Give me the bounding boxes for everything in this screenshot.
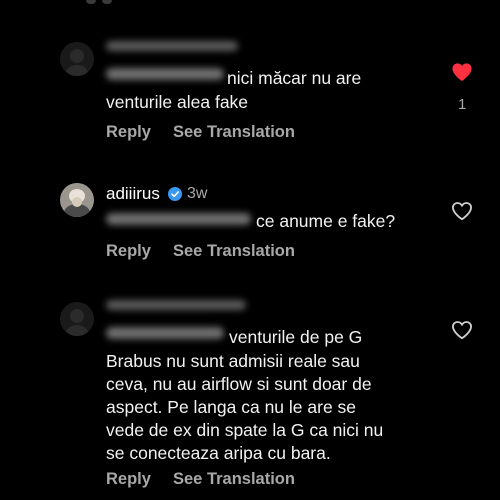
redacted-mention: [106, 213, 251, 225]
avatar-image: [60, 183, 94, 217]
reply-button[interactable]: Reply: [106, 123, 151, 142]
comment-text-line: venturile alea fake: [106, 92, 249, 112]
comment-text-line: aspect. Pe langa ca nu le are se: [106, 397, 357, 417]
see-translation-button[interactable]: See Translation: [173, 242, 295, 261]
comment-text-line: venturile de pe G: [229, 327, 363, 347]
comment-username[interactable]: adiiirus: [106, 184, 160, 204]
redacted-mention: [106, 68, 224, 80]
heart-outline-icon[interactable]: [451, 320, 473, 340]
see-translation-button[interactable]: See Translation: [173, 123, 295, 142]
reply-button[interactable]: Reply: [106, 242, 151, 261]
cut-off-item: [102, 0, 112, 4]
reply-button[interactable]: Reply: [106, 470, 151, 489]
cut-off-item: [86, 0, 96, 4]
comment-text-line: ceva, nu au airflow si sunt doar de: [106, 374, 372, 394]
comment-text-line: nici măcar nu are: [227, 68, 362, 88]
comment-text-line: se conecteaza aripa cu bara.: [106, 443, 331, 463]
avatar-image: [60, 42, 94, 76]
avatar[interactable]: [60, 183, 94, 217]
comments-list: nici măcar nu are venturile alea fake Re…: [0, 0, 500, 500]
verified-badge-icon: [168, 187, 182, 201]
redacted-username: [106, 300, 246, 310]
heart-filled-icon[interactable]: [451, 62, 473, 82]
see-translation-button[interactable]: See Translation: [173, 470, 295, 489]
comment-time: 3w: [187, 185, 208, 202]
avatar-image: [60, 302, 94, 336]
avatar[interactable]: [60, 302, 94, 336]
like-count: 1: [458, 96, 467, 113]
comment-text-line: ce anume e fake?: [256, 211, 396, 231]
comment-text-line: vede de ex din spate la G ca nici nu: [106, 420, 384, 440]
heart-outline-icon[interactable]: [451, 201, 473, 221]
comment-text-line: Brabus nu sunt admisii reale sau: [106, 351, 360, 371]
avatar[interactable]: [60, 42, 94, 76]
redacted-mention: [106, 327, 224, 339]
redacted-username: [106, 41, 238, 51]
